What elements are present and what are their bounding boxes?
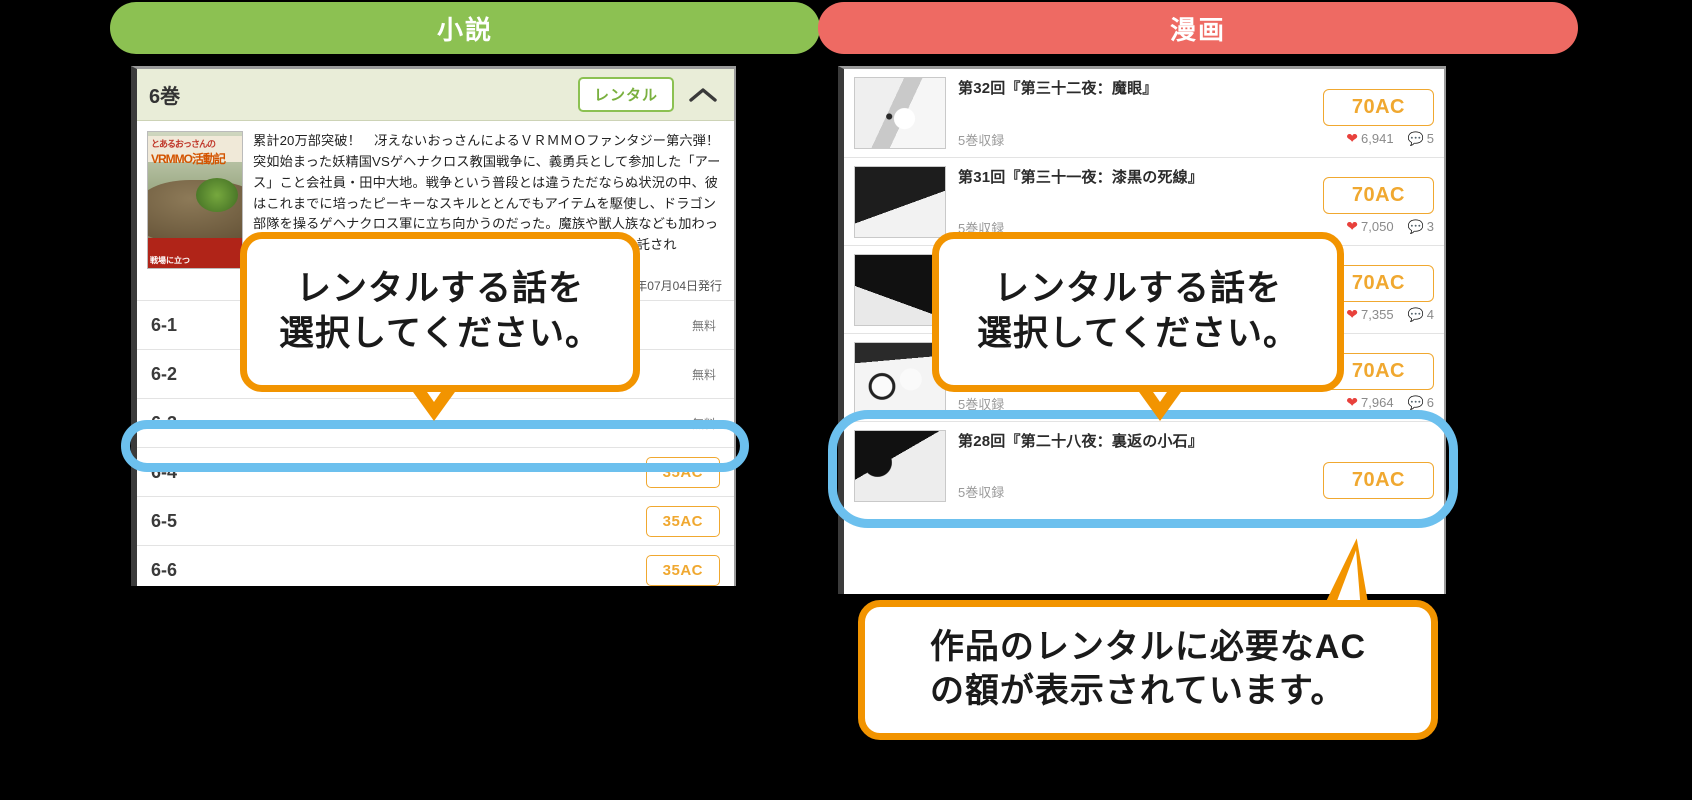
comment-count: 💬 5 [1407, 130, 1434, 146]
episode-thumbnail [854, 430, 946, 502]
callout-text: レンタルする話を 選択してください。 [279, 269, 601, 353]
chapter-number: 6-6 [151, 559, 178, 580]
episode-title: 第28回『第二十八夜：裏返の小石』 [958, 433, 1204, 450]
episode-volume: 5巻収録 [958, 397, 1005, 412]
heart-icon: ❤ [1346, 130, 1359, 146]
chapter-price: 無料 [691, 318, 716, 333]
comment-count: 💬 3 [1407, 218, 1434, 234]
novel-section-label: 小説 [436, 14, 493, 45]
cover-title-line2: VRMMO活動記 [151, 152, 226, 166]
chevron-up-icon[interactable] [688, 86, 722, 104]
episode-stats: ❤ 6,941 💬 5 [1346, 130, 1434, 147]
chapter-number: 6-5 [151, 510, 178, 531]
table-row-highlighted[interactable]: 6-4 35AC [137, 447, 734, 496]
like-count: ❤ 6,941 [1346, 130, 1394, 146]
like-count: ❤ 7,964 [1346, 394, 1394, 410]
table-row[interactable]: 6-5 35AC [137, 496, 734, 545]
episode-stats: ❤ 7,355 💬 4 [1346, 306, 1434, 323]
chapter-price-badge[interactable]: 35AC [645, 456, 720, 488]
episode-price-badge[interactable]: 70AC [1322, 462, 1434, 499]
comment-icon: 💬 [1407, 394, 1424, 410]
callout-ac-explanation: 作品のレンタルに必要なAC の額が表示されています。 [858, 600, 1438, 740]
manga-section-label: 漫画 [1169, 14, 1226, 45]
volume-header: 6巻 レンタル [137, 69, 734, 121]
list-item[interactable]: 第28回『第二十八夜：裏返の小石』 5巻収録 70AC [844, 421, 1444, 509]
episode-thumbnail [854, 166, 946, 238]
comment-icon: 💬 [1407, 218, 1424, 234]
volume-title: 6巻 [149, 86, 181, 108]
heart-icon: ❤ [1346, 306, 1359, 322]
novel-section-header: 小説 [110, 2, 820, 54]
callout-manga-select: レンタルする話を 選択してください。 [932, 232, 1344, 392]
chapter-price: 無料 [691, 367, 716, 382]
episode-stats: ❤ 7,050 💬 3 [1346, 218, 1434, 235]
episode-volume: 5巻収録 [958, 133, 1005, 148]
comment-icon: 💬 [1407, 306, 1424, 322]
comment-count: 💬 4 [1407, 306, 1434, 322]
manga-section-header: 漫画 [818, 2, 1578, 54]
episode-volume: 5巻収録 [958, 485, 1005, 500]
screenshot-root: 小説 漫画 6巻 レンタル とあるおっさんの VRMMO活動記 戦場に立つ 累計… [0, 0, 1692, 800]
chapter-price: 無料 [691, 416, 716, 431]
comment-icon: 💬 [1407, 130, 1424, 146]
callout-text: 作品のレンタルに必要なAC の額が表示されています。 [929, 628, 1367, 710]
episode-thumbnail [854, 77, 946, 149]
like-count: ❤ 7,050 [1346, 218, 1394, 234]
cover-title-line1: とあるおっさんの [151, 139, 216, 149]
episode-stats: ❤ 7,964 💬 6 [1346, 394, 1434, 411]
chapter-number: 6-4 [151, 461, 178, 482]
callout-text: レンタルする話を 選択してください。 [977, 269, 1299, 353]
comment-count: 💬 6 [1407, 394, 1434, 410]
heart-icon: ❤ [1346, 394, 1359, 410]
list-item[interactable]: 第32回『第三十二夜：魔眼』 5巻収録 70AC ❤ 6,941 💬 5 [844, 69, 1444, 157]
book-cover-image: とあるおっさんの VRMMO活動記 戦場に立つ [147, 131, 243, 269]
like-count: ❤ 7,355 [1346, 306, 1394, 322]
episode-price-badge[interactable]: 70AC [1322, 177, 1434, 214]
chapter-price-badge[interactable]: 35AC [645, 505, 720, 537]
heart-icon: ❤ [1346, 218, 1359, 234]
chapter-price-badge[interactable]: 35AC [645, 554, 720, 586]
episode-price-badge[interactable]: 70AC [1322, 89, 1434, 126]
callout-novel-select: レンタルする話を 選択してください。 [240, 232, 640, 392]
episode-title: 第32回『第三十二夜：魔眼』 [958, 80, 1158, 97]
cover-band-text: 戦場に立つ [150, 256, 190, 265]
novel-panel-footer [131, 586, 736, 619]
episode-title: 第31回『第三十一夜：漆黒の死線』 [958, 169, 1204, 186]
rental-button[interactable]: レンタル [577, 77, 674, 112]
